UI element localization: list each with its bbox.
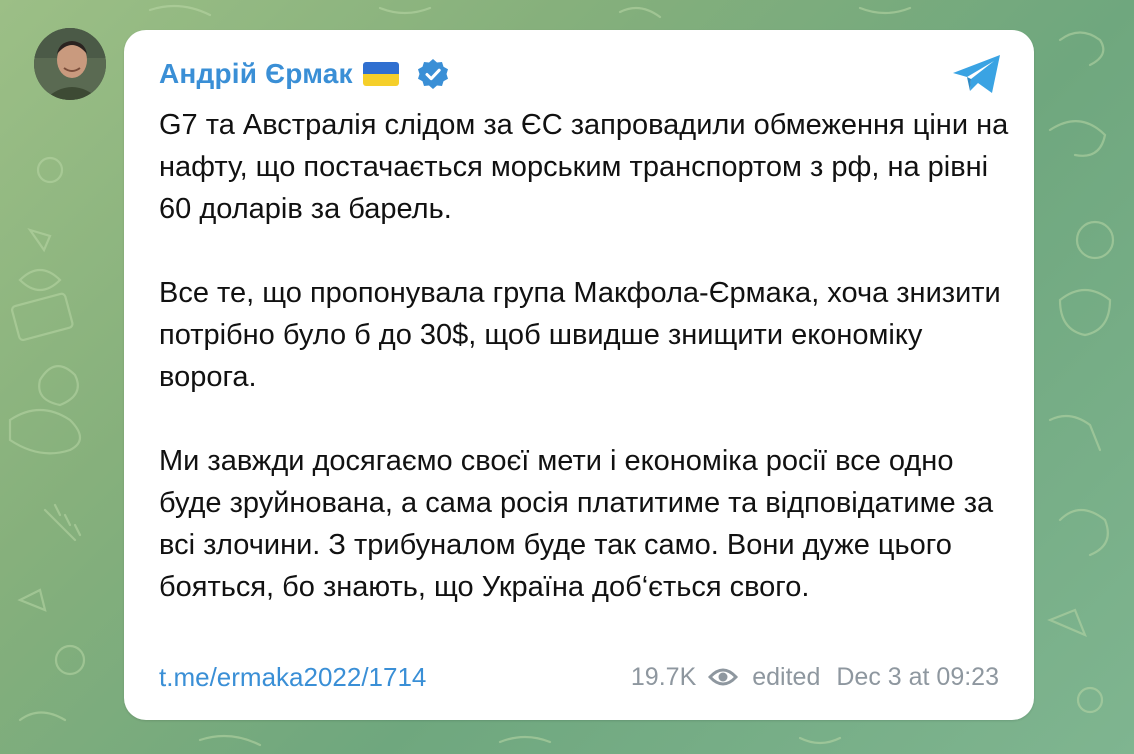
message-timestamp: Dec 3 at 09:23: [836, 662, 999, 691]
message-header: Андрій Єрмак: [159, 56, 449, 92]
ukraine-flag-icon: [362, 62, 399, 86]
verified-badge-icon: [417, 59, 448, 89]
views-count: 19.7K: [630, 662, 697, 691]
message-footer: t.me/ermaka2022/1714 19.7K edited Dec 3 …: [159, 658, 999, 696]
message-paragraph: Все те, що пропонувала група Макфола-Єрм…: [159, 277, 1001, 393]
message-text: G7 та Австралія слідом за ЄС запровадили…: [159, 104, 1009, 608]
message-paragraph: Ми завжди досягаємо своєї мети і економі…: [159, 445, 994, 603]
eye-icon: [708, 668, 739, 686]
channel-avatar[interactable]: [34, 28, 106, 100]
message-meta: 19.7K edited Dec 3 at 09:23: [631, 663, 999, 692]
edited-label: edited: [752, 662, 821, 691]
channel-name[interactable]: Андрій Єрмак: [159, 58, 353, 90]
message-bubble: Андрій Єрмак G7 та Австралія слідом за Є…: [124, 30, 1034, 720]
message-paragraph: G7 та Австралія слідом за ЄС запровадили…: [159, 109, 1009, 225]
post-link[interactable]: t.me/ermaka2022/1714: [159, 662, 426, 693]
telegram-share-icon[interactable]: [950, 52, 1004, 96]
